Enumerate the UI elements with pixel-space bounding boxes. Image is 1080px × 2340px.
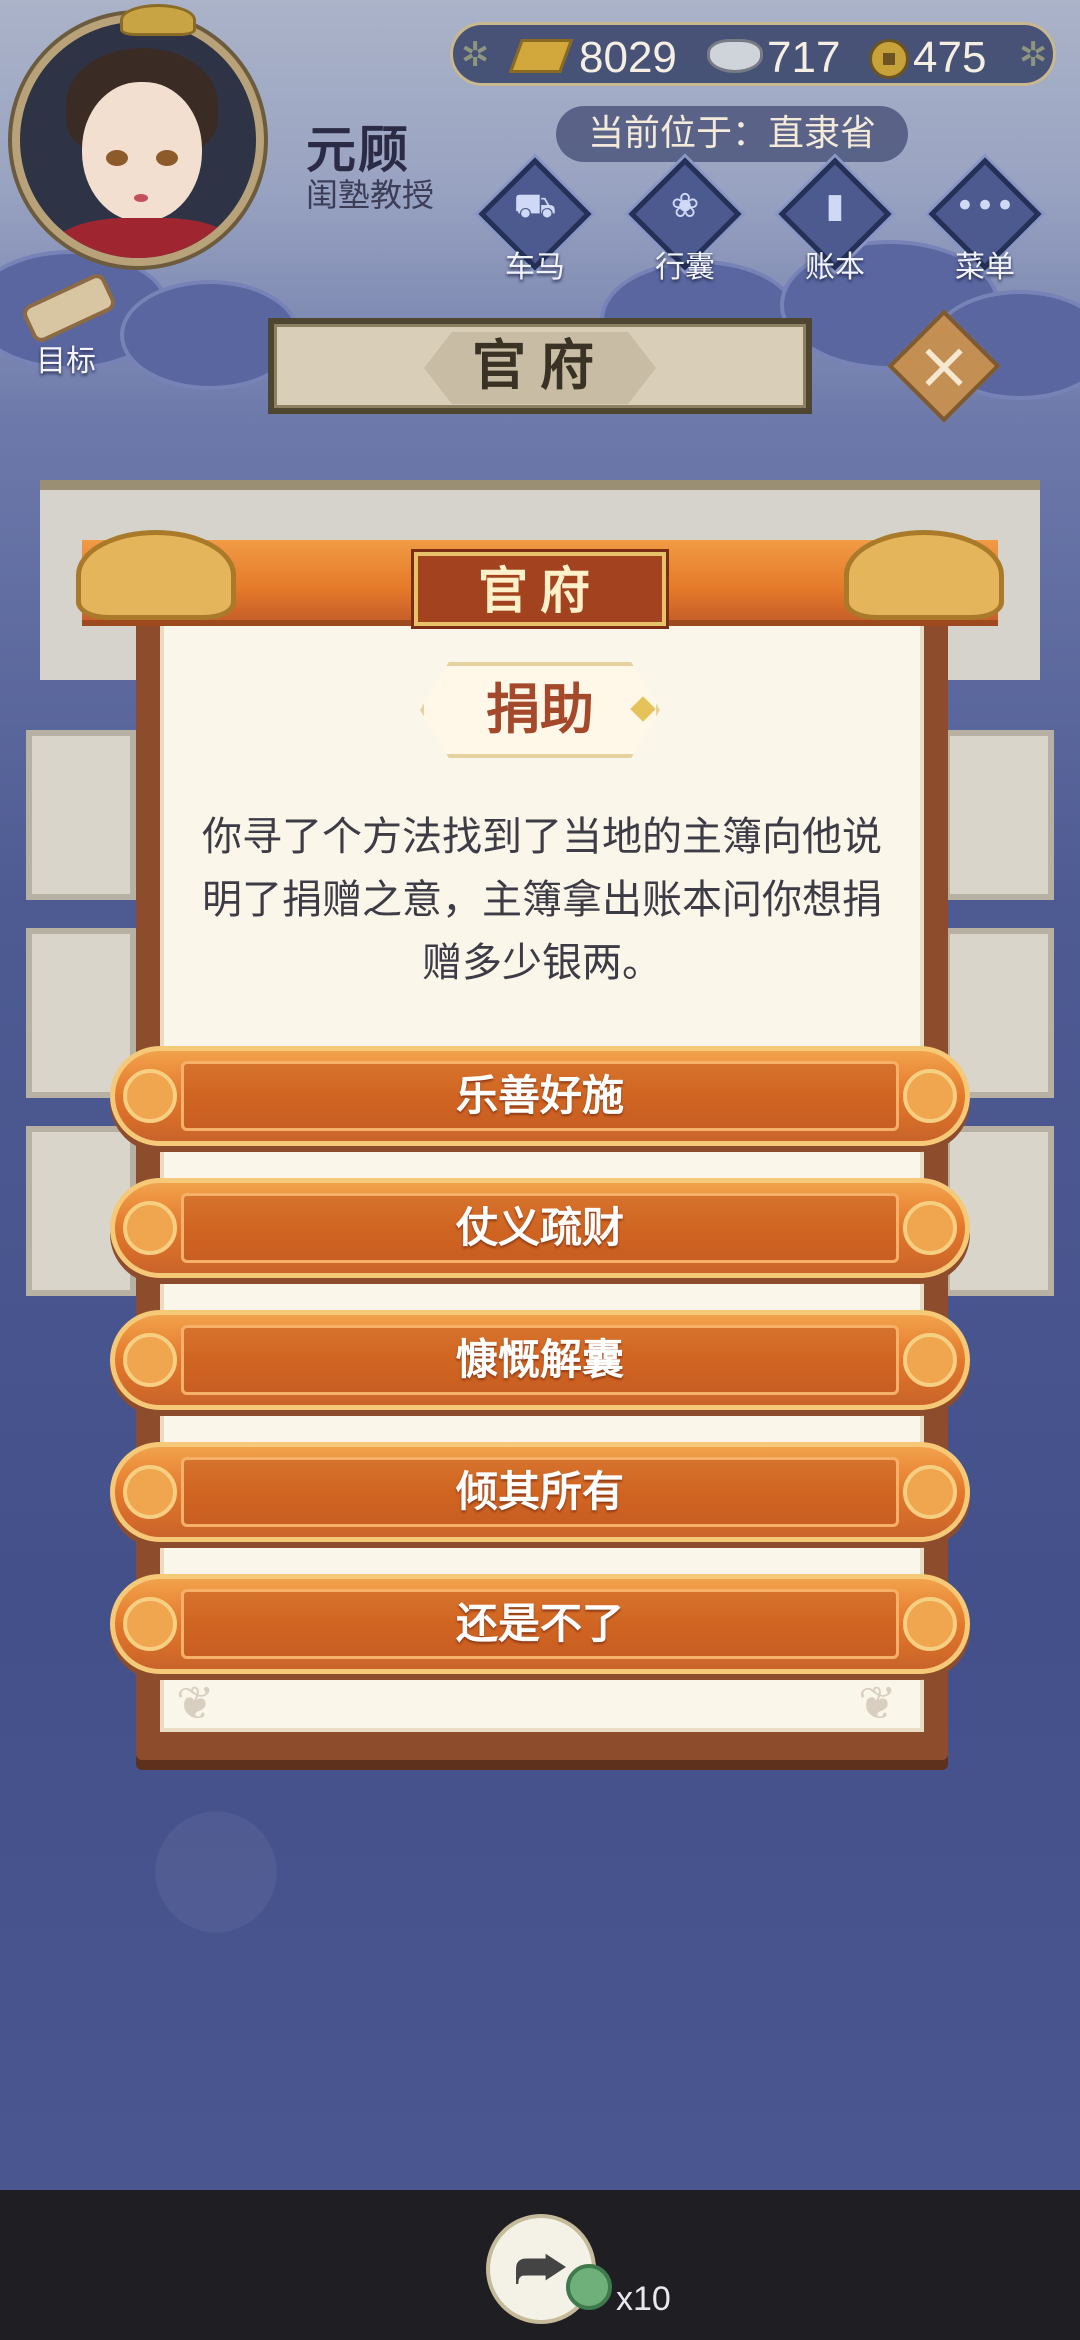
gold-ingot-icon [508, 39, 574, 73]
player-avatar[interactable] [12, 14, 264, 266]
nav-carriage-button[interactable]: ⛟ 车马 [478, 157, 592, 285]
menu-icon: ••• [954, 186, 1016, 226]
jade-reward-icon [566, 2264, 612, 2310]
gold-value: 8029 [579, 33, 677, 82]
silver-ingot-icon [707, 39, 763, 73]
header-ornament-left [76, 530, 236, 620]
modal-title-box: 官府 [414, 552, 666, 626]
option-button-2[interactable]: 仗义疏财 [110, 1178, 970, 1278]
carriage-icon: ⛟ [513, 186, 557, 226]
background-card [944, 730, 1054, 900]
share-reward-count: x10 [616, 2280, 671, 2318]
coin-value: 475 [913, 33, 987, 82]
crown-icon [120, 4, 196, 36]
corner-ornament-icon: ❦ [176, 1676, 215, 1730]
currency-bar: ✲ 8029 717 475 ✲ [450, 22, 1056, 86]
nav-bag-button[interactable]: ❀ 行囊 [628, 157, 742, 285]
corner-ornament-icon: ❦ [858, 1676, 897, 1730]
bag-icon: ❀ [670, 186, 700, 226]
option-button-1[interactable]: 乐善好施 [110, 1046, 970, 1146]
scene-title: 官府 [472, 334, 608, 397]
bamboo-icon: ✲ [461, 35, 490, 75]
option-button-5[interactable]: 还是不了 [110, 1574, 970, 1674]
bamboo-icon: ✲ [1019, 35, 1048, 75]
goal-button[interactable]: 目标 [14, 270, 124, 380]
header-ornament-right [844, 530, 1004, 620]
ledger-icon: ▮ [825, 186, 845, 226]
scene-title-banner: 官府 [268, 318, 812, 414]
modal-subtitle: 捐助 [486, 678, 594, 741]
nav-ledger-button[interactable]: ▮ 账本 [778, 157, 892, 285]
option-button-4[interactable]: 倾其所有 [110, 1442, 970, 1542]
modal-title: 官府 [478, 562, 602, 620]
copper-coin-icon [869, 39, 909, 79]
modal-paper [160, 622, 924, 1732]
close-icon[interactable]: × [904, 326, 984, 406]
nav-menu-button[interactable]: ••• 菜单 [928, 157, 1042, 285]
modal-description: 你寻了个方法找到了当地的主簿向他说明了捐赠之意，主簿拿出账本问你想捐赠多少银两。 [202, 814, 882, 986]
background-card [26, 730, 136, 900]
silver-value: 717 [767, 33, 841, 82]
location-label: 当前位于：直隶省 [556, 106, 908, 162]
game-screen: 元顾 闺塾教授 ✲ 8029 717 475 ✲ 当前位于：直隶省 ⛟ 车马 ❀… [0, 0, 1080, 2340]
scroll-icon [19, 270, 119, 346]
player-title: 闺塾教授 [306, 176, 435, 214]
option-button-3[interactable]: 慷慨解囊 [110, 1310, 970, 1410]
